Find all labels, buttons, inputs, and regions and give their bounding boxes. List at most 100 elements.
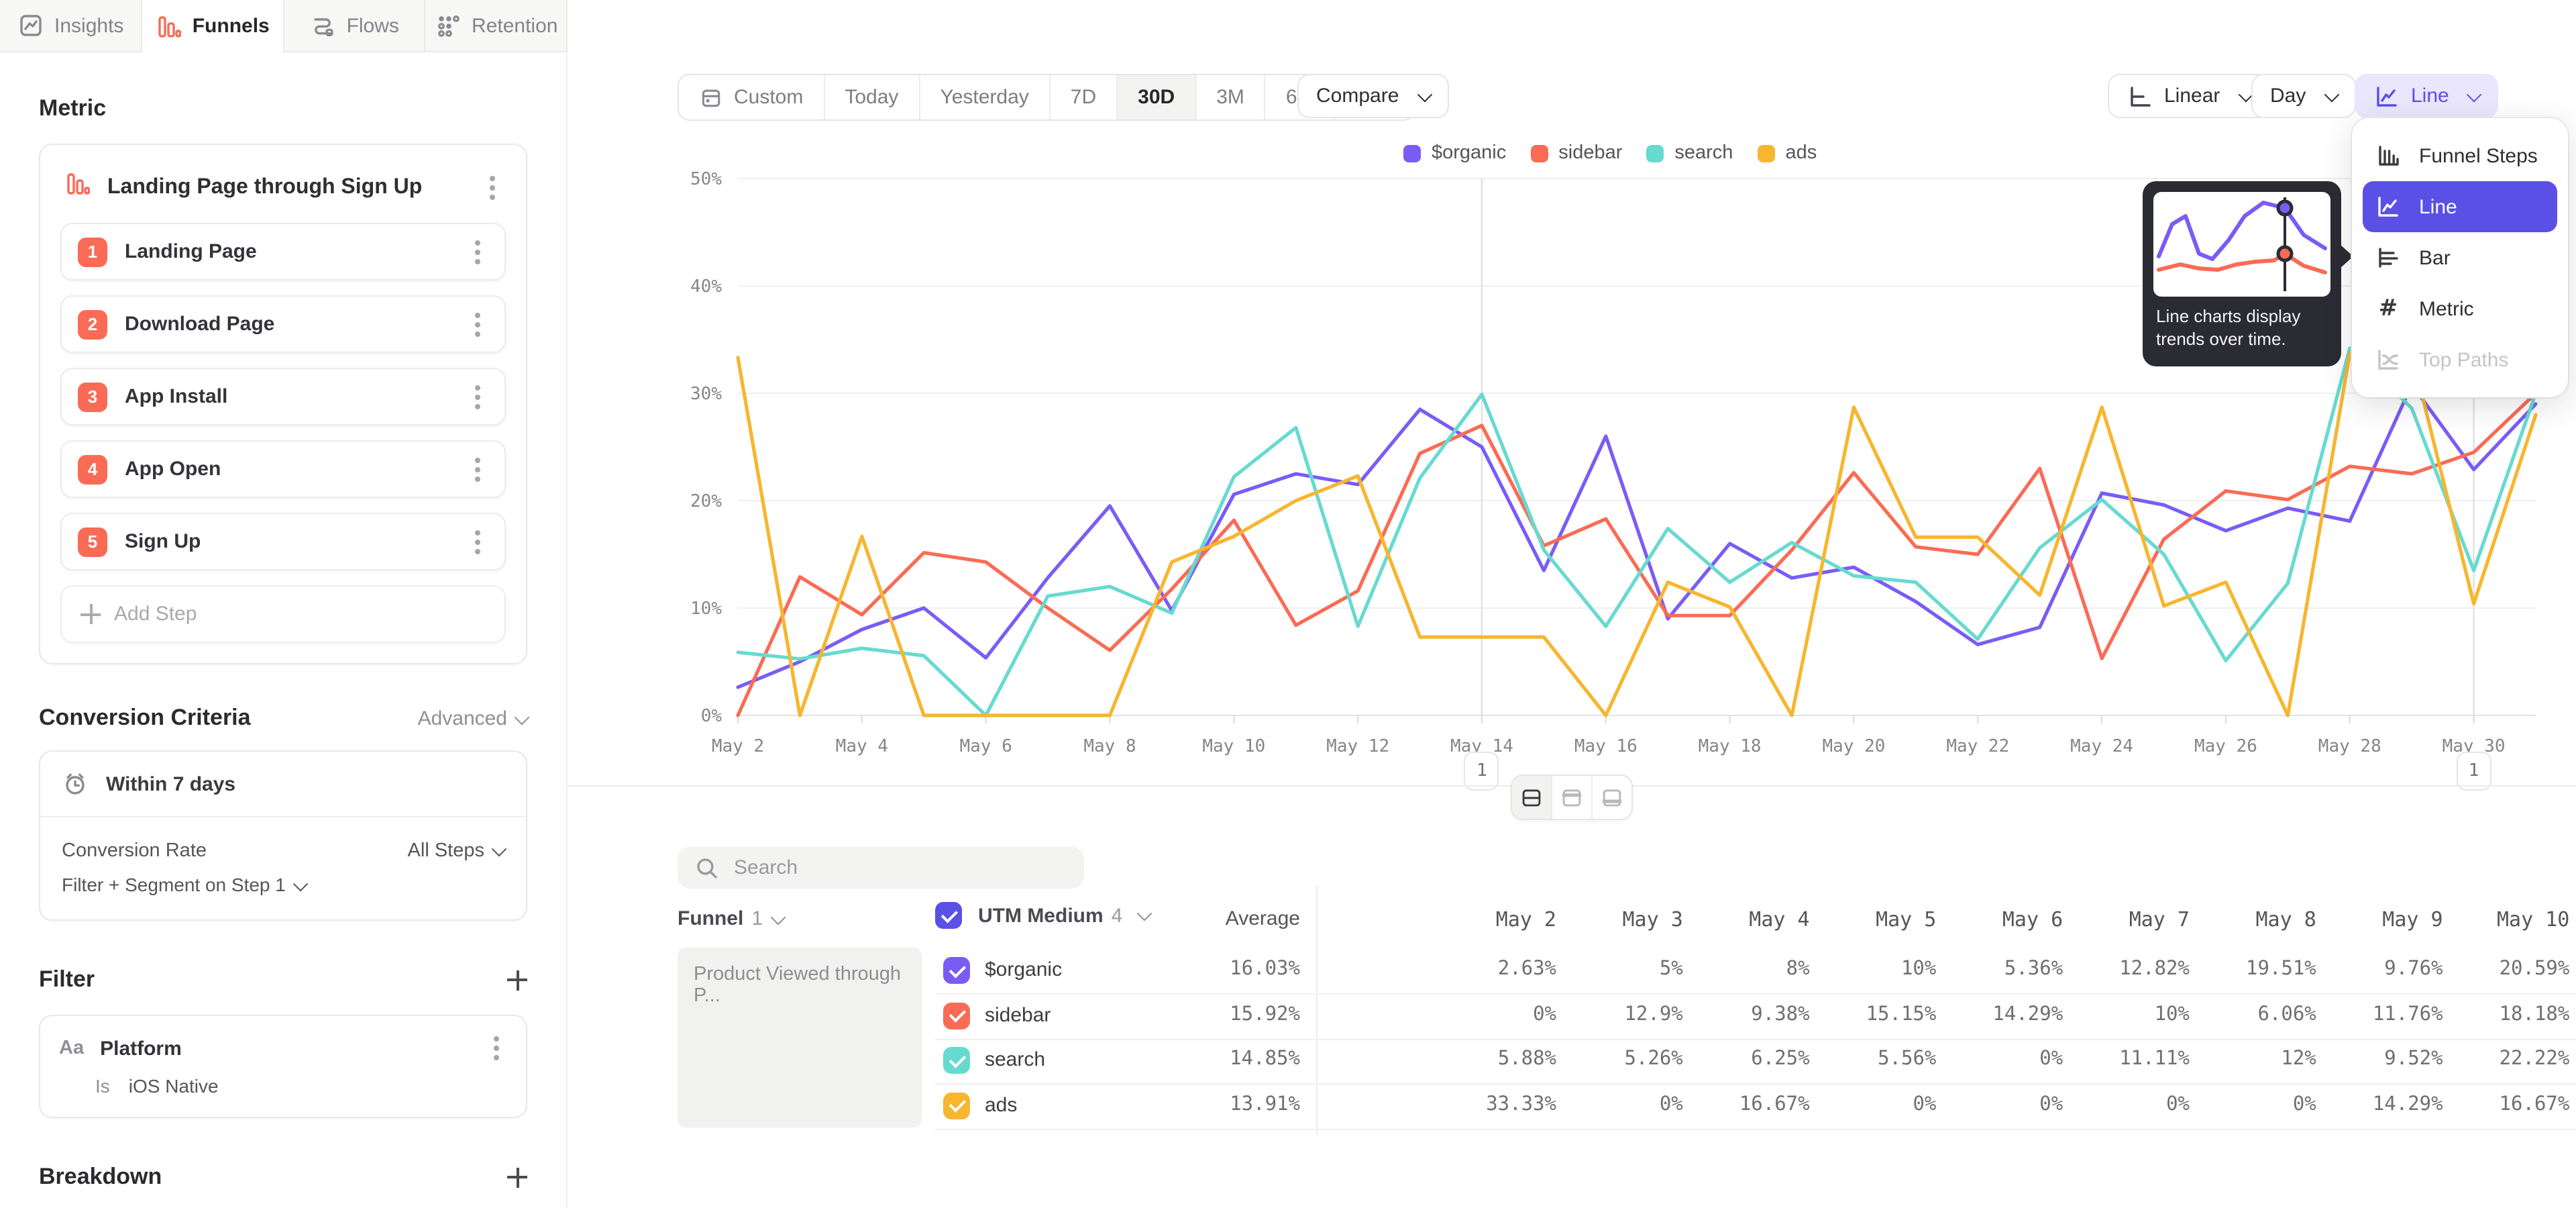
average-value: 15.92% (1166, 1003, 1300, 1025)
add-breakdown-button[interactable] (507, 1167, 527, 1187)
funnel-step-card[interactable]: 4 App Open (60, 440, 506, 498)
menu-item-line[interactable]: Line (2363, 181, 2557, 232)
svg-text:30%: 30% (690, 384, 722, 404)
add-filter-button[interactable] (507, 970, 527, 990)
chart-type-dropdown[interactable]: Line (2355, 74, 2499, 118)
table-row-search[interactable]: search 14.85%5.88%5.26%6.25%5.56%0%11.11… (935, 1038, 2576, 1085)
add-step-label: Add Step (114, 603, 197, 625)
conversion-window-row[interactable]: Within 7 days (40, 752, 526, 817)
all-steps-dropdown[interactable]: All Steps (408, 840, 504, 862)
tab-retention[interactable]: Retention (426, 0, 567, 51)
table-row-sidebar[interactable]: sidebar 15.92%0%12.9%9.38%15.15%14.29%10… (935, 993, 2576, 1040)
day-value: 5.56% (1802, 1048, 1936, 1070)
table-row-ads[interactable]: ads 13.91%33.33%0%16.67%0%0%0%0%14.29%16… (935, 1083, 2576, 1129)
range-yesterday[interactable]: Yesterday (920, 75, 1050, 119)
legend-swatch (1646, 144, 1664, 162)
svg-text:May 18: May 18 (1699, 736, 1762, 756)
day-value: 5% (1549, 958, 1683, 980)
average-column-header[interactable]: Average (1166, 907, 1300, 930)
range-3m[interactable]: 3M (1196, 75, 1266, 119)
row-checkbox[interactable] (943, 957, 970, 984)
chart-view-button[interactable] (1552, 776, 1593, 819)
flows-icon (309, 12, 336, 39)
select-all-checkbox[interactable] (935, 902, 962, 929)
step-number-badge: 3 (78, 382, 107, 411)
row-label: search (985, 1048, 1045, 1071)
menu-item-metric[interactable]: #Metric (2363, 283, 2557, 334)
date-column-header[interactable]: May 9 (2309, 907, 2443, 932)
granularity-dropdown[interactable]: Day (2251, 74, 2355, 118)
kebab-menu-icon[interactable] (494, 1046, 499, 1051)
step-label: Download Page (125, 313, 449, 336)
chevron-down-icon (2324, 87, 2339, 102)
row-checkbox[interactable] (943, 1047, 970, 1074)
svg-text:May 6: May 6 (960, 736, 1012, 756)
range-custom[interactable]: Custom (679, 75, 824, 119)
table-view-button[interactable] (1593, 776, 1631, 819)
legend-swatch (1530, 144, 1548, 162)
day-value: 15.15% (1802, 1003, 1936, 1025)
tab-insights[interactable]: Insights (0, 0, 142, 51)
date-column-header[interactable]: May 6 (1929, 907, 2063, 932)
filter-heading: Filter (39, 966, 95, 993)
day-value: 12.9% (1549, 1003, 1683, 1025)
day-value: 12% (2182, 1048, 2316, 1070)
filter-segment-dropdown[interactable]: Filter + Segment on Step 1 (62, 874, 306, 895)
kebab-menu-icon[interactable] (475, 466, 480, 472)
filter-condition-row[interactable]: Is iOS Native (40, 1068, 526, 1103)
tooltip-preview-chart (2153, 192, 2330, 297)
day-value: 9.38% (1676, 1003, 1810, 1025)
add-step-button[interactable]: Add Step (60, 585, 506, 643)
day-value: 9.52% (2309, 1048, 2443, 1070)
kebab-menu-icon[interactable] (475, 321, 480, 327)
kebab-menu-icon[interactable] (490, 185, 495, 190)
filter-operator: Is (95, 1075, 110, 1097)
date-column-header[interactable]: May 4 (1676, 907, 1810, 932)
range-30d[interactable]: 30D (1118, 75, 1196, 119)
scale-dropdown[interactable]: Linear (2108, 74, 2269, 118)
step-label: Landing Page (125, 240, 449, 263)
svg-text:May 10: May 10 (1202, 736, 1265, 756)
date-column-header[interactable]: May 3 (1549, 907, 1683, 932)
date-column-header[interactable]: May 7 (2055, 907, 2190, 932)
kebab-menu-icon[interactable] (475, 539, 480, 544)
svg-text:May 24: May 24 (2070, 736, 2133, 756)
row-checkbox[interactable] (943, 1002, 970, 1029)
day-value: 0% (1422, 1003, 1556, 1025)
svg-text:40%: 40% (690, 276, 722, 297)
kebab-menu-icon[interactable] (475, 394, 480, 399)
filter-property-row[interactable]: Aa Platform (40, 1028, 526, 1068)
compare-button[interactable]: Compare (1297, 74, 1448, 118)
range-7d[interactable]: 7D (1051, 75, 1118, 119)
date-column-header[interactable]: May 5 (1802, 907, 1936, 932)
date-column-header[interactable]: May 10 (2435, 907, 2569, 932)
table-row-organic[interactable]: $organic 16.03%2.63%5%8%10%5.36%12.82%19… (935, 948, 2576, 995)
funnel-step-card[interactable]: 1 Landing Page (60, 223, 506, 281)
day-value: 16.67% (1676, 1093, 1810, 1115)
split-view-button[interactable] (1512, 776, 1552, 819)
tab-flows[interactable]: Flows (284, 0, 426, 51)
funnel-step-card[interactable]: 5 Sign Up (60, 513, 506, 570)
step-number-badge: 4 (78, 454, 107, 484)
funnel-name-cell[interactable]: Product Viewed through P... (678, 948, 922, 1127)
day-value: 6.06% (2182, 1003, 2316, 1025)
date-column-header[interactable]: May 8 (2182, 907, 2316, 932)
kebab-menu-icon[interactable] (475, 249, 480, 254)
table-search-input[interactable]: Search (678, 847, 1084, 889)
funnel-title-row[interactable]: Landing Page through Sign Up (60, 165, 506, 223)
menu-item-bar[interactable]: Bar (2363, 232, 2557, 283)
menu-item-funnel-steps[interactable]: Funnel Steps (2363, 130, 2557, 181)
funnel-column-header[interactable]: Funnel1 (678, 907, 783, 930)
row-checkbox[interactable] (943, 1092, 970, 1119)
funnel-step-card[interactable]: 3 App Install (60, 368, 506, 425)
breakdown-column-header[interactable]: UTM Medium4 (935, 902, 1149, 929)
advanced-dropdown[interactable]: Advanced (418, 707, 527, 729)
day-value: 11.76% (2309, 1003, 2443, 1025)
date-column-header[interactable]: May 2 (1422, 907, 1556, 932)
day-value: 19.51% (2182, 958, 2316, 980)
tab-funnels[interactable]: Funnels (142, 0, 284, 52)
range-today[interactable]: Today (824, 75, 920, 119)
filter-card: Aa Platform Is iOS Native (39, 1015, 527, 1118)
funnel-step-card[interactable]: 2 Download Page (60, 295, 506, 353)
tooltip-arrow (2340, 244, 2353, 268)
